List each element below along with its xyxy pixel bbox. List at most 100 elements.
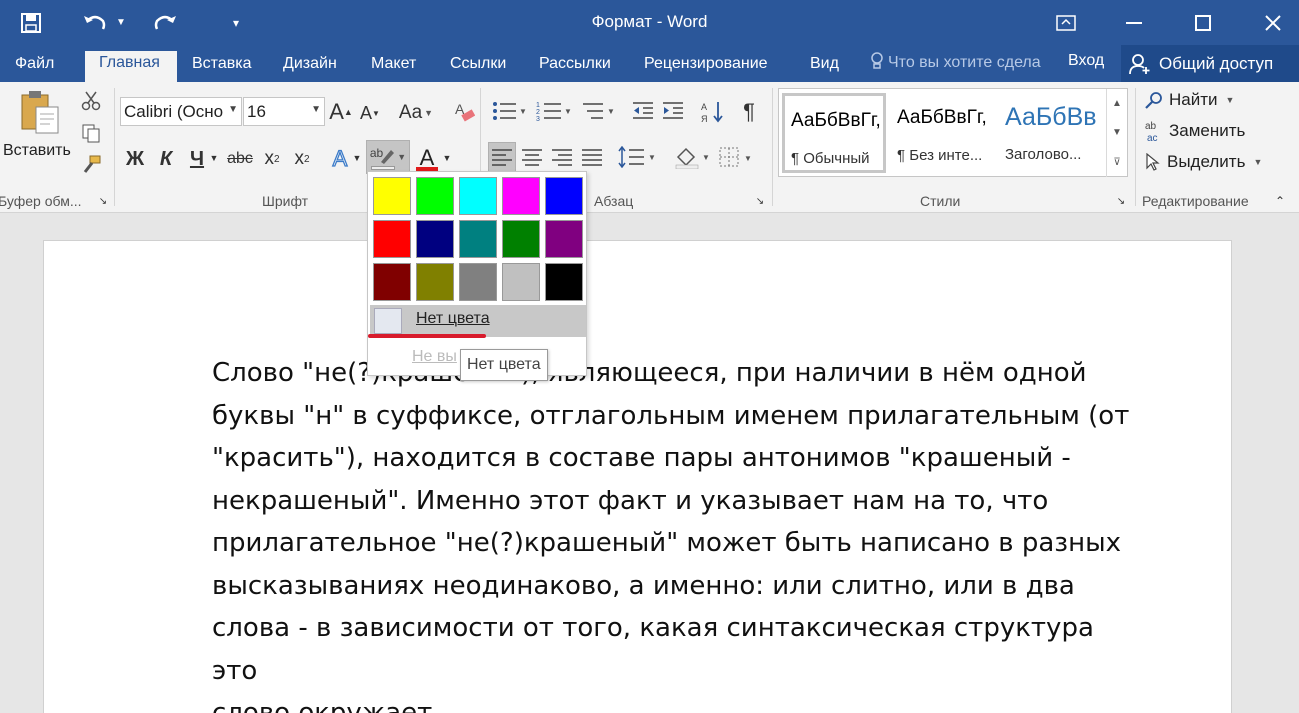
subscript-button[interactable]: x2 bbox=[260, 146, 284, 172]
align-right-icon[interactable] bbox=[549, 142, 575, 172]
no-color-swatch bbox=[374, 308, 402, 334]
borders-icon[interactable]: ▼ bbox=[716, 142, 760, 172]
decrease-indent-icon[interactable] bbox=[630, 98, 656, 124]
document-line: высказываниях неодинаково, а именно: или… bbox=[212, 570, 1075, 601]
document-line: слова - в зависимости от того, какая син… bbox=[212, 613, 1094, 686]
gallery-scroll-down-icon[interactable]: ▼ bbox=[1106, 118, 1127, 147]
ribbon-tabs: Файл Главная Вставка Дизайн Макет Ссылки… bbox=[0, 45, 1299, 82]
color-swatch[interactable] bbox=[459, 220, 497, 258]
color-swatch[interactable] bbox=[545, 263, 583, 301]
maximize-icon[interactable] bbox=[1180, 0, 1226, 45]
color-swatch[interactable] bbox=[502, 263, 540, 301]
document-body[interactable]: Слово "не(?)краше), являющееся, при нали… bbox=[212, 352, 1132, 713]
styles-launcher-icon[interactable]: ↘ bbox=[1115, 195, 1127, 207]
replace-button[interactable]: ab ac Заменить bbox=[1145, 120, 1245, 142]
tab-view[interactable]: Вид bbox=[802, 52, 847, 82]
group-divider bbox=[114, 88, 115, 206]
numbering-icon[interactable]: 1 2 3 ▼ bbox=[533, 98, 575, 124]
no-color-option[interactable]: Нет цвета bbox=[370, 305, 586, 337]
style-no-spacing[interactable]: АаБбВвГг, ¶ Без инте... bbox=[891, 93, 995, 173]
color-swatch[interactable] bbox=[502, 220, 540, 258]
share-button[interactable]: Общий доступ bbox=[1121, 45, 1299, 82]
gallery-scroll-up-icon[interactable]: ▲ bbox=[1106, 89, 1127, 118]
ribbon-display-icon[interactable] bbox=[1043, 0, 1089, 45]
tab-mailings[interactable]: Рассылки bbox=[531, 52, 619, 82]
save-icon[interactable] bbox=[14, 0, 48, 45]
redo-icon[interactable] bbox=[148, 0, 182, 45]
underline-button[interactable]: Ч bbox=[186, 146, 208, 172]
sign-in-link[interactable]: Вход bbox=[1068, 52, 1104, 70]
color-swatch[interactable] bbox=[545, 220, 583, 258]
grow-font-letter: A bbox=[329, 99, 344, 124]
color-swatch[interactable] bbox=[502, 177, 540, 215]
line-spacing-icon[interactable]: ▼ bbox=[616, 142, 660, 172]
superscript-button[interactable]: x2 bbox=[290, 146, 314, 172]
grow-font-button[interactable]: A ▲ bbox=[329, 98, 353, 126]
change-case-button[interactable]: Aa ▼ bbox=[396, 100, 436, 126]
close-icon[interactable] bbox=[1250, 0, 1296, 45]
align-center-icon[interactable] bbox=[519, 142, 545, 172]
style-normal[interactable]: АаБбВвГг, ¶ Обычный bbox=[782, 93, 886, 173]
clipboard-launcher-icon[interactable]: ↘ bbox=[97, 195, 109, 207]
sort-icon[interactable]: AЯ bbox=[700, 98, 726, 126]
tab-review[interactable]: Рецензирование bbox=[636, 52, 776, 82]
align-left-icon[interactable] bbox=[488, 142, 516, 172]
clear-formatting-icon[interactable]: A bbox=[452, 98, 476, 126]
color-swatch[interactable] bbox=[373, 220, 411, 258]
color-swatch[interactable] bbox=[416, 177, 454, 215]
find-button[interactable]: Найти ▼ bbox=[1145, 90, 1234, 110]
stop-highlighting-option[interactable]: Не вы bbox=[412, 348, 457, 366]
bullets-icon[interactable]: ▼ bbox=[489, 98, 529, 124]
strikethrough-button[interactable]: abc bbox=[225, 146, 255, 172]
color-swatch[interactable] bbox=[459, 263, 497, 301]
paste-icon[interactable] bbox=[16, 88, 64, 136]
paragraph-launcher-icon[interactable]: ↘ bbox=[754, 195, 766, 207]
justify-icon[interactable] bbox=[579, 142, 605, 172]
annotation-underline bbox=[368, 334, 486, 338]
font-name-combo[interactable]: Calibri (Осно ▼ bbox=[120, 97, 242, 126]
tab-insert[interactable]: Вставка bbox=[184, 52, 259, 82]
customize-qat-icon[interactable]: ▾ bbox=[226, 0, 246, 45]
increase-indent-icon[interactable] bbox=[660, 98, 686, 124]
show-marks-button[interactable]: ¶ bbox=[737, 98, 761, 126]
title-bar: ▼ ▾ Формат - Word bbox=[0, 0, 1299, 45]
font-color-dropdown-icon[interactable]: ▼ bbox=[441, 148, 453, 168]
format-painter-icon[interactable] bbox=[80, 154, 102, 176]
color-swatch[interactable] bbox=[459, 177, 497, 215]
tab-file[interactable]: Файл bbox=[7, 52, 62, 82]
gallery-more-icon[interactable]: ⊽ bbox=[1106, 147, 1127, 177]
tab-home[interactable]: Главная bbox=[85, 51, 177, 82]
font-color-button[interactable]: A bbox=[414, 144, 440, 172]
paste-button[interactable]: Вставить bbox=[3, 142, 71, 160]
font-size-combo[interactable]: 16 ▼ bbox=[243, 97, 325, 126]
style-sample: АаБбВвГг, bbox=[897, 107, 987, 128]
copy-icon[interactable] bbox=[80, 122, 102, 144]
tab-references[interactable]: Ссылки bbox=[442, 52, 514, 82]
minimize-icon[interactable] bbox=[1111, 0, 1157, 45]
highlight-button[interactable]: ab ▼ bbox=[366, 140, 410, 174]
shrink-font-button[interactable]: A ▼ bbox=[359, 100, 381, 126]
color-swatch[interactable] bbox=[416, 263, 454, 301]
multilevel-list-icon[interactable]: ▼ bbox=[578, 98, 618, 124]
bold-button[interactable]: Ж bbox=[124, 146, 146, 172]
shading-icon[interactable]: ▼ bbox=[672, 142, 714, 172]
undo-dropdown-icon[interactable]: ▼ bbox=[114, 0, 128, 45]
tell-me-search[interactable]: Что вы хотите сдела bbox=[870, 52, 1041, 72]
tab-layout[interactable]: Макет bbox=[363, 52, 424, 82]
color-swatch[interactable] bbox=[373, 263, 411, 301]
tab-design[interactable]: Дизайн bbox=[275, 52, 345, 82]
select-button[interactable]: Выделить ▼ bbox=[1145, 152, 1262, 172]
color-swatch[interactable] bbox=[373, 177, 411, 215]
styles-gallery: АаБбВвГг, ¶ Обычный АаБбВвГг, ¶ Без инте… bbox=[778, 88, 1128, 177]
superscript-letter: x bbox=[294, 148, 304, 169]
underline-dropdown-icon[interactable]: ▼ bbox=[208, 148, 220, 168]
color-swatch[interactable] bbox=[545, 177, 583, 215]
undo-icon[interactable] bbox=[78, 0, 112, 45]
collapse-ribbon-icon[interactable]: ⌃ bbox=[1272, 194, 1288, 208]
style-heading-1[interactable]: АаБбВв Заголово... bbox=[999, 93, 1105, 173]
cut-icon[interactable] bbox=[80, 90, 102, 112]
italic-button[interactable]: К bbox=[156, 146, 176, 172]
color-swatch[interactable] bbox=[416, 220, 454, 258]
text-effects-dropdown-icon[interactable]: ▼ bbox=[351, 148, 363, 168]
text-effects-button[interactable]: A bbox=[329, 145, 351, 172]
